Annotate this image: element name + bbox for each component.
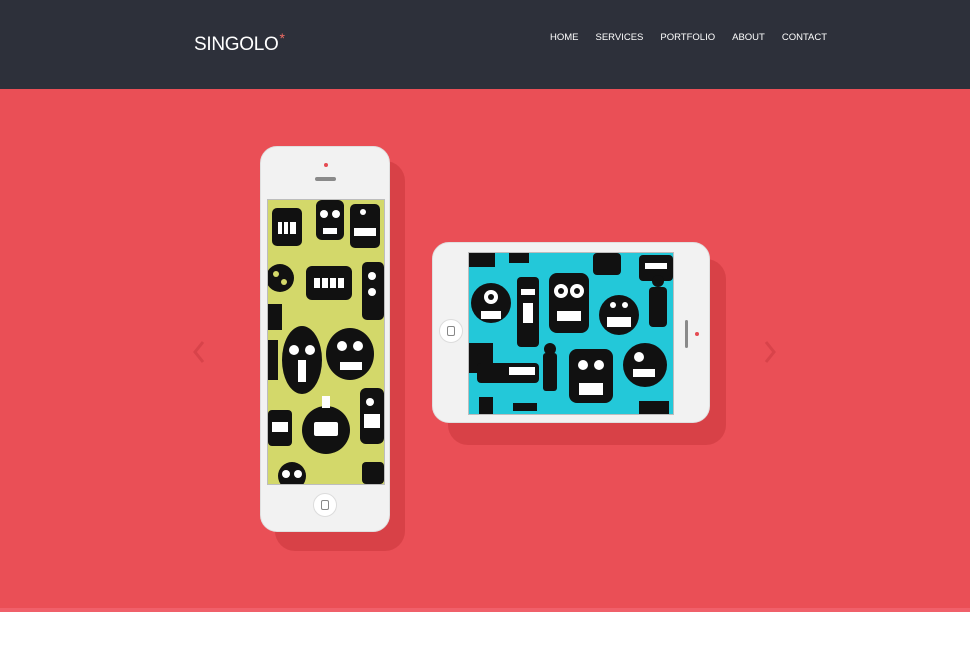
speaker-icon (315, 177, 336, 181)
nav-about[interactable]: ABOUT (732, 32, 765, 44)
logo[interactable]: SINGOLO* (194, 30, 285, 57)
hero-slider (0, 89, 970, 611)
horizontal-phone-screen (468, 252, 674, 415)
vertical-phone-screen (267, 199, 385, 485)
monster-pattern-cyan (469, 253, 673, 414)
horizontal-phone[interactable] (432, 242, 710, 423)
vertical-phone[interactable] (260, 146, 390, 532)
monster-pattern-yellow (268, 200, 384, 484)
home-button[interactable] (439, 319, 463, 343)
site-header: SINGOLO* HOME SERVICES PORTFOLIO ABOUT C… (0, 0, 970, 89)
camera-icon (324, 163, 328, 167)
nav-home[interactable]: HOME (550, 32, 579, 44)
main-nav: HOME SERVICES PORTFOLIO ABOUT CONTACT (550, 32, 844, 44)
camera-icon (695, 332, 699, 336)
slider-bottom-border (0, 608, 970, 612)
logo-star-mark: * (279, 30, 285, 46)
home-button[interactable] (313, 493, 337, 517)
chevron-left-icon[interactable] (191, 339, 207, 365)
nav-services[interactable]: SERVICES (596, 32, 644, 44)
nav-contact[interactable]: CONTACT (782, 32, 827, 44)
speaker-icon (685, 320, 688, 348)
chevron-right-icon[interactable] (762, 339, 778, 365)
nav-portfolio[interactable]: PORTFOLIO (660, 32, 715, 44)
logo-text: SINGOLO (194, 34, 279, 55)
